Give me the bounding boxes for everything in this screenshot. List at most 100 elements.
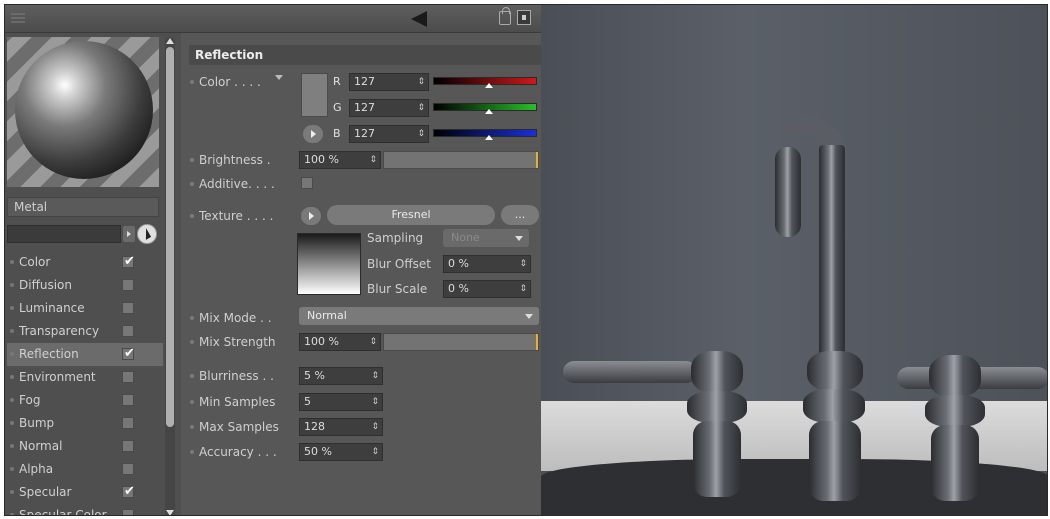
additive-checkbox[interactable]	[301, 177, 313, 189]
blur-scale-field[interactable]: 0 % ⇕	[443, 280, 531, 298]
blurriness-field[interactable]: 5 % ⇕	[299, 367, 383, 385]
spinner-icon[interactable]: ⇕	[369, 152, 377, 168]
accuracy-field[interactable]: 50 % ⇕	[299, 443, 383, 461]
texture-name-button[interactable]: Fresnel	[327, 205, 495, 225]
channel-label: Reflection	[19, 347, 79, 361]
r-field[interactable]: 127 ⇕	[349, 73, 429, 91]
channel-item[interactable]: Luminance	[7, 297, 163, 320]
spinner-icon[interactable]: ⇕	[369, 334, 377, 350]
faucet-spout-tip	[775, 147, 801, 237]
material-preview[interactable]	[7, 37, 159, 187]
blur-offset-field[interactable]: 0 % ⇕	[443, 255, 531, 273]
channel-item[interactable]: Transparency	[7, 320, 163, 343]
channel-checkbox[interactable]	[122, 463, 134, 475]
b-field[interactable]: 127 ⇕	[349, 125, 429, 143]
texture-label: Texture . . . .	[189, 207, 273, 225]
channel-checkbox[interactable]	[122, 279, 134, 291]
channel-checkbox[interactable]	[122, 394, 134, 406]
spinner-icon[interactable]: ⇕	[371, 368, 379, 384]
channel-checkbox[interactable]	[122, 325, 134, 337]
material-dropdown[interactable]	[7, 225, 121, 243]
render-viewport[interactable]	[541, 5, 1047, 515]
chevron-down-icon[interactable]	[275, 75, 283, 80]
channel-checkbox[interactable]	[122, 509, 134, 515]
channel-checkbox[interactable]	[122, 417, 134, 429]
g-label: G	[333, 101, 342, 114]
spinner-icon[interactable]: ⇕	[417, 74, 425, 90]
scroll-up-icon[interactable]	[166, 38, 174, 44]
b-value: 127	[354, 127, 375, 140]
channel-checkbox[interactable]	[122, 343, 135, 365]
spinner-icon[interactable]: ⇕	[417, 126, 425, 142]
scroll-down-icon[interactable]	[166, 510, 174, 515]
spinner-icon[interactable]: ⇕	[371, 394, 379, 410]
texture-menu-button[interactable]	[301, 207, 321, 225]
channel-checkbox[interactable]	[122, 481, 135, 503]
right-valve-knob	[929, 355, 981, 397]
chevron-down-icon	[515, 236, 523, 241]
channel-checkbox[interactable]	[122, 251, 135, 273]
channel-item[interactable]: Reflection	[7, 343, 163, 366]
channel-item[interactable]: Environment	[7, 366, 163, 389]
channel-item[interactable]: Color	[7, 251, 163, 274]
spinner-icon[interactable]: ⇕	[371, 419, 379, 435]
color-label: Color . . . .	[189, 73, 261, 91]
channel-checkbox[interactable]	[122, 440, 134, 452]
back-arrow-icon[interactable]	[411, 11, 427, 27]
blurriness-value: 5 %	[304, 369, 325, 382]
channel-checkbox[interactable]	[122, 371, 134, 383]
max-samples-field[interactable]: 128 ⇕	[299, 418, 383, 436]
spinner-icon[interactable]: ⇕	[519, 281, 527, 297]
channel-label: Bump	[19, 416, 55, 430]
pin-icon[interactable]	[517, 10, 531, 25]
min-samples-value: 5	[304, 395, 311, 408]
reflection-settings-panel: Reflection Color . . . . R 127 ⇕ G 127 ⇕ B…	[181, 33, 541, 515]
channel-scrollbar[interactable]	[165, 37, 175, 515]
channel-label: Transparency	[19, 324, 100, 338]
grip-icon[interactable]	[11, 13, 25, 25]
color-expand-button[interactable]	[303, 125, 323, 143]
channel-item[interactable]: Diffusion	[7, 274, 163, 297]
spinner-icon[interactable]: ⇕	[519, 256, 527, 272]
mix-strength-field[interactable]: 100 % ⇕	[299, 333, 381, 351]
channel-item[interactable]: Normal	[7, 435, 163, 458]
channel-item[interactable]: Specular Color	[7, 504, 163, 515]
g-slider[interactable]	[433, 103, 537, 114]
channel-item[interactable]: Alpha	[7, 458, 163, 481]
eyedropper-icon[interactable]	[137, 224, 157, 244]
texture-more-button[interactable]: ...	[501, 205, 539, 225]
r-value: 127	[354, 75, 375, 88]
channel-label: Fog	[19, 393, 41, 407]
mix-mode-dropdown[interactable]: Normal	[299, 307, 539, 325]
faucet-center-knob	[807, 351, 863, 391]
blurriness-label: Blurriness . .	[189, 367, 274, 385]
faucet-spout	[819, 145, 845, 375]
sampling-dropdown[interactable]: None	[443, 229, 529, 247]
blur-scale-value: 0 %	[448, 282, 469, 295]
additive-label: Additive. . . .	[189, 175, 275, 193]
b-slider[interactable]	[433, 129, 537, 140]
channel-label: Normal	[19, 439, 63, 453]
sampling-label: Sampling	[367, 231, 424, 245]
r-slider[interactable]	[433, 77, 537, 88]
brightness-slider[interactable]	[383, 151, 539, 169]
brightness-field[interactable]: 100 % ⇕	[299, 151, 381, 169]
faucet-center-collar	[803, 389, 865, 423]
faucet-center-body	[809, 421, 861, 501]
material-name[interactable]: Metal	[7, 197, 159, 217]
spinner-icon[interactable]: ⇕	[417, 100, 425, 116]
min-samples-field[interactable]: 5 ⇕	[299, 393, 383, 411]
spinner-icon[interactable]: ⇕	[371, 444, 379, 460]
channel-item[interactable]: Specular	[7, 481, 163, 504]
color-swatch[interactable]	[301, 73, 328, 117]
chevron-down-icon	[525, 314, 533, 319]
play-arrow-icon[interactable]	[123, 226, 135, 242]
mix-strength-slider[interactable]	[383, 333, 539, 351]
channel-item[interactable]: Bump	[7, 412, 163, 435]
lock-icon[interactable]	[499, 7, 511, 25]
g-field[interactable]: 127 ⇕	[349, 99, 429, 117]
max-samples-label: Max Samples	[189, 418, 279, 436]
channel-item[interactable]: Fog	[7, 389, 163, 412]
scroll-thumb[interactable]	[166, 47, 174, 427]
channel-checkbox[interactable]	[122, 302, 134, 314]
